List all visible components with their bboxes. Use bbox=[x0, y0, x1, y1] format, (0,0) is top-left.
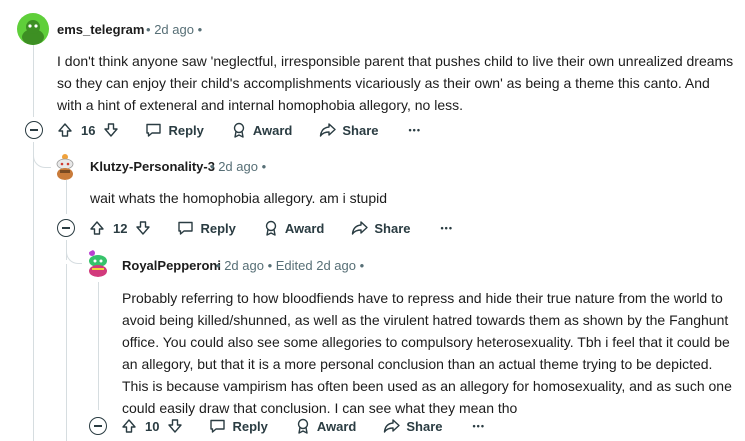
share-button[interactable]: Share bbox=[351, 220, 411, 236]
upvote-icon[interactable] bbox=[121, 418, 137, 434]
thread-line bbox=[66, 180, 67, 214]
award-button[interactable]: Award bbox=[263, 220, 325, 236]
timestamp[interactable]: 2d ago bbox=[154, 22, 194, 37]
share-label: Share bbox=[406, 418, 443, 434]
avatar[interactable] bbox=[51, 152, 79, 180]
thread-line bbox=[66, 264, 67, 441]
collapse-button[interactable] bbox=[25, 121, 43, 139]
share-button[interactable]: Share bbox=[383, 418, 443, 434]
reply-button[interactable]: Reply bbox=[209, 418, 268, 434]
separator: • bbox=[261, 159, 267, 174]
downvote-icon[interactable] bbox=[103, 122, 119, 138]
reply-icon bbox=[145, 122, 162, 138]
upvote-icon[interactable] bbox=[89, 220, 105, 236]
vote-group: 16 bbox=[57, 122, 119, 138]
thread-branch bbox=[66, 246, 82, 264]
comment-body: I don't think anyone saw 'neglectful, ir… bbox=[57, 53, 734, 113]
share-label: Share bbox=[374, 220, 411, 236]
separator: • bbox=[197, 22, 203, 37]
username[interactable]: Klutzy-Personality-3 bbox=[90, 159, 215, 174]
thread-line bbox=[33, 45, 34, 117]
vote-count: 10 bbox=[145, 418, 160, 434]
reply-icon bbox=[177, 220, 194, 236]
thread-branch bbox=[33, 150, 51, 168]
comment-actions: 16 Reply Award Share ••• bbox=[25, 116, 421, 144]
comment-body: Probably referring to how bloodfiends ha… bbox=[122, 290, 732, 416]
award-button[interactable]: Award bbox=[231, 122, 293, 138]
separator: • bbox=[359, 258, 365, 273]
comment-meta: • 2d ago • bbox=[210, 159, 266, 174]
collapse-button[interactable] bbox=[57, 219, 75, 237]
award-icon bbox=[231, 122, 247, 138]
reply-button[interactable]: Reply bbox=[177, 220, 236, 236]
more-options-button[interactable]: ••• bbox=[473, 421, 485, 431]
comment-actions: 12 Reply Award Share ••• bbox=[57, 214, 453, 242]
separator: • bbox=[267, 258, 273, 273]
reply-label: Reply bbox=[200, 220, 236, 236]
collapse-button[interactable] bbox=[89, 417, 107, 435]
share-icon bbox=[351, 220, 369, 236]
edited-label: Edited 2d ago bbox=[275, 258, 356, 273]
downvote-icon[interactable] bbox=[135, 220, 151, 236]
award-label: Award bbox=[316, 418, 357, 434]
reply-icon bbox=[209, 418, 226, 434]
downvote-icon[interactable] bbox=[167, 418, 183, 434]
username[interactable]: RoyalPepperoni bbox=[122, 258, 221, 273]
comment-meta: • 2d ago • Edited 2d ago • bbox=[216, 258, 364, 273]
more-options-button[interactable]: ••• bbox=[441, 223, 453, 233]
thread-line bbox=[33, 168, 34, 441]
share-icon bbox=[383, 418, 401, 434]
more-options-button[interactable]: ••• bbox=[409, 125, 421, 135]
comment-body: wait whats the homophobia allegory. am i… bbox=[90, 190, 388, 206]
reply-button[interactable]: Reply bbox=[145, 122, 204, 138]
reply-label: Reply bbox=[168, 122, 204, 138]
timestamp[interactable]: 2d ago bbox=[218, 159, 258, 174]
username[interactable]: ems_telegram bbox=[57, 22, 144, 37]
timestamp[interactable]: 2d ago bbox=[224, 258, 264, 273]
comment-thread: ems_telegram • 2d ago • I don't think an… bbox=[0, 0, 745, 441]
share-button[interactable]: Share bbox=[319, 122, 379, 138]
vote-group: 12 bbox=[89, 220, 151, 236]
share-label: Share bbox=[342, 122, 379, 138]
avatar[interactable] bbox=[17, 13, 49, 45]
avatar[interactable] bbox=[84, 249, 112, 277]
comment-actions: 10 Reply Award Share ••• bbox=[89, 412, 485, 440]
award-label: Award bbox=[252, 122, 293, 138]
thread-line bbox=[98, 282, 99, 410]
award-label: Award bbox=[284, 220, 325, 236]
vote-count: 12 bbox=[113, 220, 128, 236]
vote-count: 16 bbox=[81, 122, 96, 138]
award-icon bbox=[263, 220, 279, 236]
award-button[interactable]: Award bbox=[295, 418, 357, 434]
award-icon bbox=[295, 418, 311, 434]
separator: • bbox=[210, 159, 215, 174]
vote-group: 10 bbox=[121, 418, 183, 434]
separator: • bbox=[146, 22, 151, 37]
upvote-icon[interactable] bbox=[57, 122, 73, 138]
reply-label: Reply bbox=[232, 418, 268, 434]
comment-meta: • 2d ago • bbox=[146, 22, 202, 37]
separator: • bbox=[216, 258, 221, 273]
share-icon bbox=[319, 122, 337, 138]
